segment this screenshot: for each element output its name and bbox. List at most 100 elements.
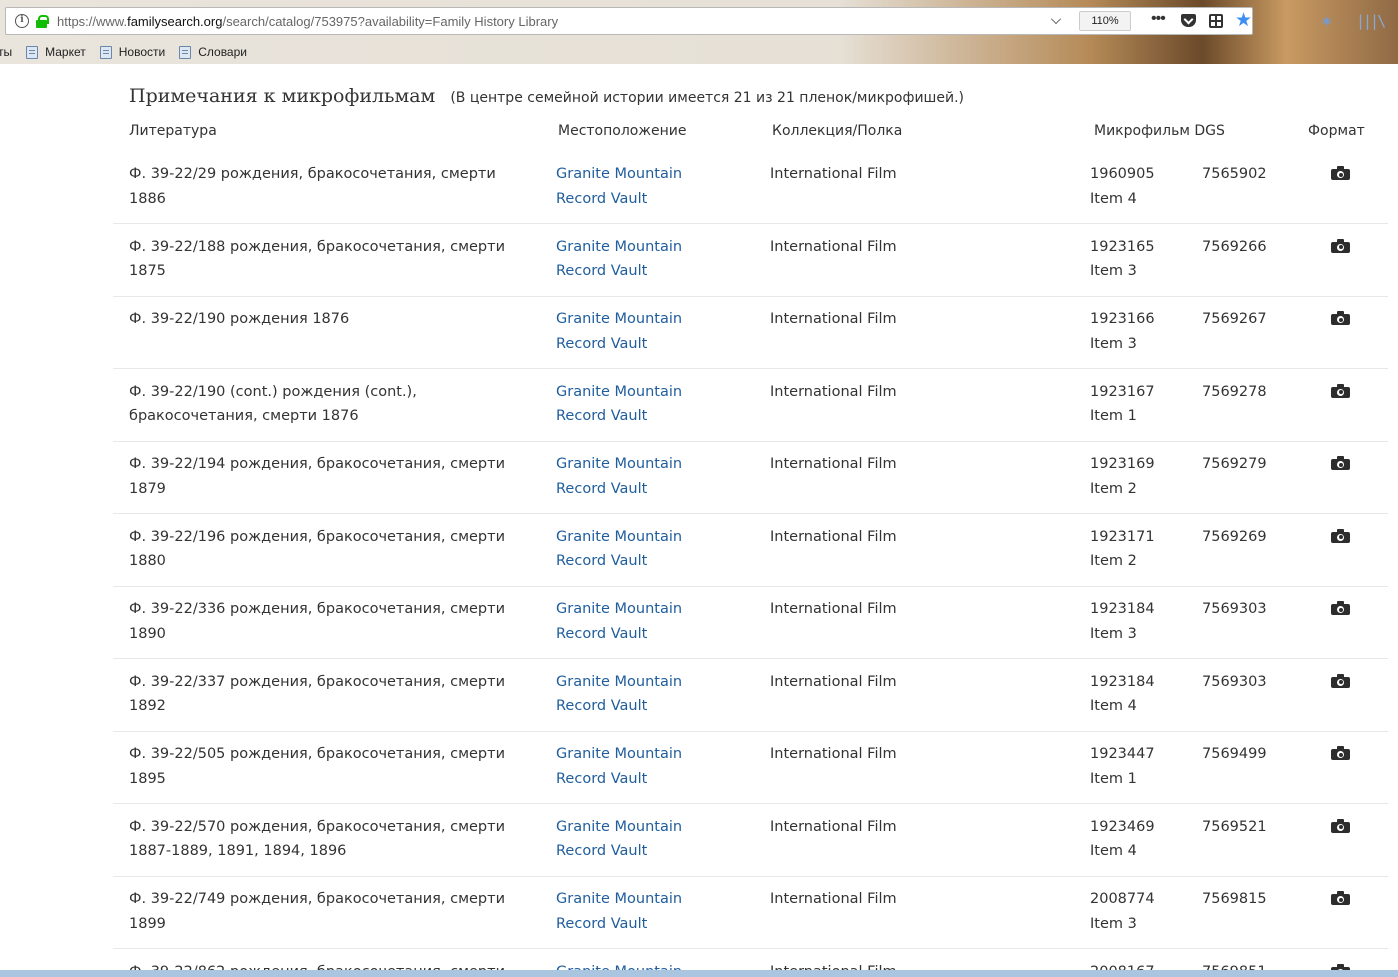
bookmark-page-icon: [179, 45, 192, 59]
bookmark-market[interactable]: Маркет: [26, 45, 86, 59]
microfilm-item: Item 4: [1090, 698, 1137, 714]
format-cell[interactable]: [1331, 891, 1350, 905]
format-cell[interactable]: [1331, 746, 1350, 760]
microfilm-item: Item 3: [1090, 625, 1137, 642]
format-cell[interactable]: [1331, 528, 1350, 543]
location-link[interactable]: Granite MountainRecord Vault: [556, 742, 736, 791]
format-cell[interactable]: [1331, 601, 1350, 615]
library-icon[interactable]: |||\: [1356, 12, 1386, 30]
format-cell[interactable]: [1331, 166, 1350, 180]
location-cell: Granite Mountain Record Vault: [556, 452, 736, 501]
format-cell[interactable]: [1331, 818, 1350, 833]
collection-cell: International Film: [770, 456, 897, 472]
literature-line: Ф. 39-22/336 рождения, бракосочетания, с…: [129, 601, 506, 617]
lock-icon[interactable]: [36, 14, 49, 28]
url-text[interactable]: https://www.familysearch.org/search/cata…: [57, 14, 558, 29]
camera-icon[interactable]: [1331, 891, 1350, 905]
dgs-number: 7569279: [1202, 456, 1267, 472]
microfilm-cell: 1923167 Item 1: [1090, 380, 1155, 429]
location-link[interactable]: Granite MountainRecord Vault: [556, 887, 736, 936]
literature-line: 1879: [129, 480, 166, 497]
camera-icon[interactable]: [1331, 383, 1350, 398]
location-link[interactable]: Granite MountainRecord Vault: [556, 235, 736, 284]
column-header-format: Формат: [1308, 123, 1365, 139]
info-icon[interactable]: i: [15, 14, 29, 28]
literature-line: 1890: [129, 625, 166, 642]
format-cell[interactable]: [1331, 311, 1350, 325]
camera-icon[interactable]: [1331, 166, 1350, 180]
bookmark-star-icon[interactable]: ★: [1235, 8, 1252, 32]
microfilm-number: 1923184: [1090, 673, 1155, 690]
address-bar[interactable]: i https://www.familysearch.org/search/ca…: [5, 7, 1253, 35]
format-cell[interactable]: [1331, 383, 1350, 398]
location-link-line: Record Vault: [556, 480, 648, 497]
location-link-line: Record Vault: [556, 843, 648, 859]
camera-icon[interactable]: [1331, 238, 1350, 253]
location-link[interactable]: Granite MountainRecord Vault: [556, 525, 736, 574]
dgs-number: 7569303: [1202, 673, 1267, 690]
microfilm-cell: 1923184 Item 4: [1090, 670, 1155, 719]
bookmark-dictionaries[interactable]: Словари: [179, 45, 247, 59]
camera-icon[interactable]: [1331, 456, 1350, 470]
location-cell: Granite Mountain Record Vault: [556, 742, 736, 791]
location-link[interactable]: Granite MountainRecord Vault: [556, 670, 736, 719]
format-cell[interactable]: [1331, 673, 1350, 688]
page-actions-menu-icon[interactable]: •••: [1151, 10, 1166, 28]
bookmark-truncated[interactable]: ты: [0, 45, 12, 59]
literature-cell: Ф. 39-22/337 рождения, бракосочетания, с…: [129, 670, 529, 719]
location-link[interactable]: Granite MountainRecord Vault: [556, 380, 736, 429]
bookmarks-bar: ты Маркет Новости Словари: [0, 42, 261, 62]
location-cell: Granite Mountain Record Vault: [556, 887, 736, 936]
reader-view-icon[interactable]: [1209, 14, 1223, 28]
location-link-line: Granite Mountain: [556, 238, 683, 255]
zoom-level-button[interactable]: 110%: [1079, 11, 1131, 31]
camera-icon[interactable]: [1331, 311, 1350, 325]
dgs-number: 7569266: [1202, 238, 1267, 255]
location-link-line: Granite Mountain: [556, 311, 683, 327]
microfilm-item: Item 1: [1090, 770, 1137, 787]
location-link-line: Granite Mountain: [556, 456, 683, 472]
microfilm-item: Item 3: [1090, 915, 1137, 932]
dgs-number: 7569267: [1202, 311, 1267, 327]
camera-icon[interactable]: [1331, 746, 1350, 760]
camera-icon[interactable]: [1331, 601, 1350, 615]
collection-cell: International Film: [770, 673, 897, 690]
dgs-number: 7569815: [1202, 891, 1267, 907]
microfilm-cell: 1923469 Item 4: [1090, 815, 1155, 864]
location-link-line: Record Vault: [556, 335, 648, 352]
url-domain: familysearch.org: [127, 13, 223, 29]
location-link-line: Granite Mountain: [556, 673, 683, 690]
microfilm-number: 1923469: [1090, 818, 1155, 835]
location-link-line: Record Vault: [556, 190, 648, 207]
location-link[interactable]: Granite MountainRecord Vault: [556, 597, 736, 646]
location-link[interactable]: Granite Mountain Record Vault: [556, 307, 736, 356]
bookmark-news[interactable]: Новости: [99, 45, 165, 59]
collection-cell: International Film: [770, 601, 897, 617]
literature-line: Ф. 39-22/188 рождения, бракосочетания, с…: [129, 238, 506, 255]
location-cell: Granite Mountain Record Vault: [556, 162, 736, 211]
download-icon[interactable]: ✶: [1320, 12, 1333, 31]
pocket-icon[interactable]: [1181, 14, 1196, 27]
collection-cell: International Film: [770, 818, 897, 835]
literature-line: 1887-1889, 1891, 1894, 1896: [129, 843, 347, 859]
location-link[interactable]: Granite MountainRecord Vault: [556, 960, 736, 971]
location-link-line: Granite Mountain: [556, 960, 736, 971]
camera-icon[interactable]: [1331, 818, 1350, 833]
chevron-down-icon[interactable]: [1051, 14, 1061, 24]
location-link-line: Record Vault: [556, 770, 648, 787]
location-link[interactable]: Granite Mountain Record Vault: [556, 452, 736, 501]
location-link[interactable]: Granite MountainRecord Vault: [556, 162, 736, 211]
location-link[interactable]: Granite MountainRecord Vault: [556, 815, 736, 864]
literature-line: Ф. 39-22/749 рождения, бракосочетания, с…: [129, 891, 506, 907]
literature-line: 1886: [129, 190, 166, 207]
microfilm-cell: 1923169 Item 2: [1090, 452, 1155, 501]
camera-icon[interactable]: [1331, 673, 1350, 688]
format-cell[interactable]: [1331, 456, 1350, 470]
literature-cell: Ф. 39-22/29 рождения, бракосочетания, см…: [129, 162, 529, 211]
section-header: Примечания к микрофильмам (В центре семе…: [129, 85, 964, 107]
literature-line: Ф. 39-22/190 (cont.) рождения (cont.),: [129, 383, 417, 400]
camera-icon[interactable]: [1331, 528, 1350, 543]
format-cell[interactable]: [1331, 238, 1350, 253]
literature-line: Ф. 39-22/505 рождения, бракосочетания, с…: [129, 746, 506, 762]
location-link-line: Granite Mountain: [556, 891, 683, 907]
